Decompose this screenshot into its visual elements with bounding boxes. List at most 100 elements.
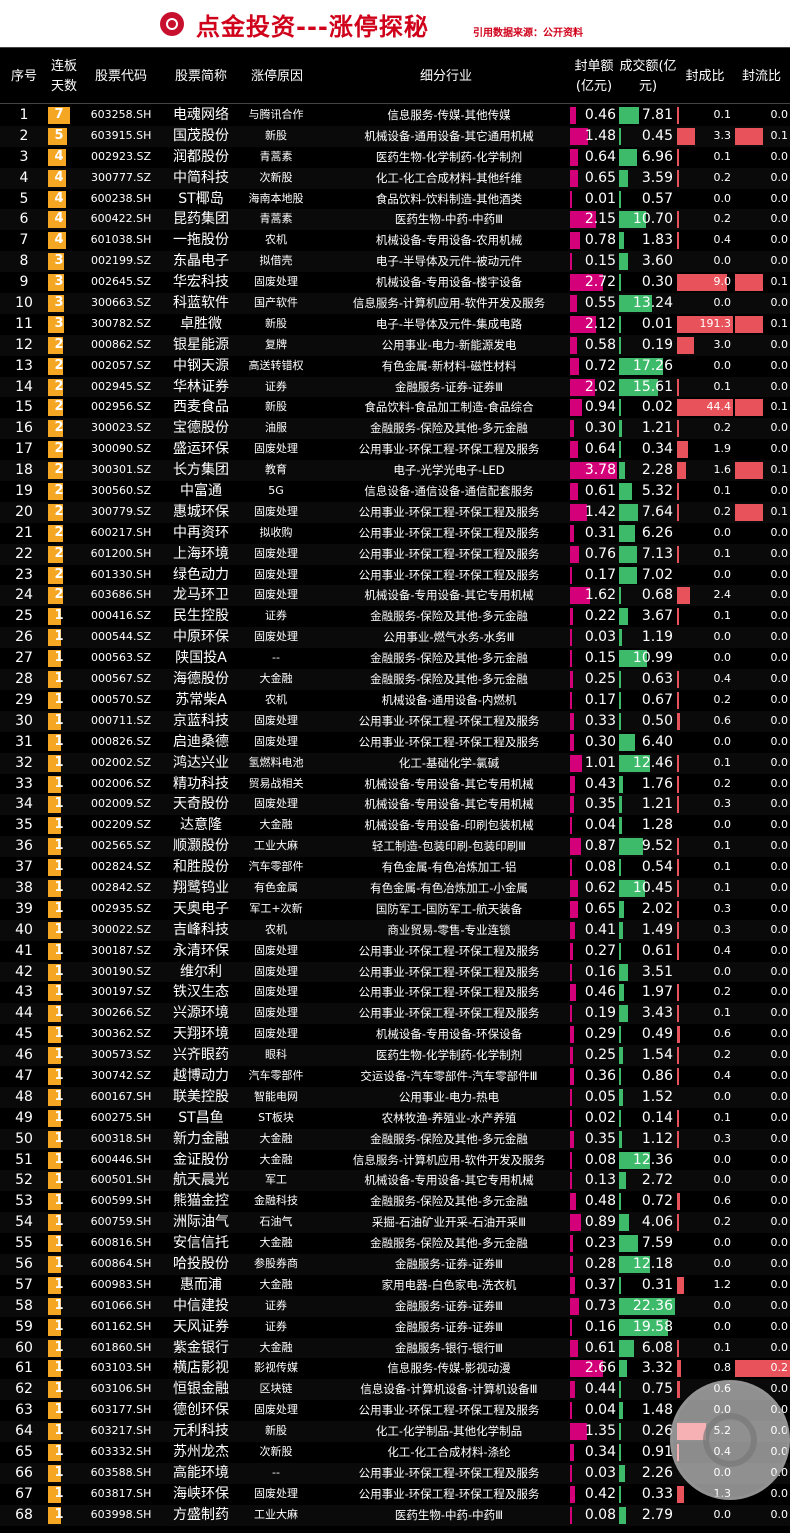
- row-industry: 金融服务-保险及其他-多元金融: [370, 421, 528, 436]
- row-seq: 1: [19, 107, 29, 123]
- row-stock-name: 兴齐眼药: [173, 1047, 229, 1064]
- row-fengliu: 0.0: [735, 544, 790, 565]
- row-stock-code: 002006.SZ: [90, 776, 151, 790]
- row-reason: 大金融: [259, 1277, 293, 1291]
- row-stock-name: 西麦食品: [173, 399, 229, 416]
- row-fengdan-value: 0.16: [584, 963, 616, 980]
- row-fengcheng: 0.0: [677, 356, 733, 377]
- table-row: 43 1 300197.SZ 铁汉生态 固废处理 公用事业-环保工程-环保工程及服务 0.4…: [0, 982, 790, 1003]
- row-fengcheng: 3.0: [677, 335, 733, 356]
- row-fengdan-value: 0.31: [584, 524, 616, 541]
- row-reason: 农机: [265, 922, 287, 936]
- row-industry: 公用事业-电力-新能源发电: [381, 337, 517, 352]
- row-fengdan-value: 3.78: [584, 462, 616, 479]
- col-industry: 细分行业: [419, 68, 472, 84]
- table-row: 55 1 600816.SH 安信信托 大金融 金融服务-保险及其他-多元金融 0.23 7.…: [0, 1233, 790, 1254]
- row-fengdan: 0.65: [570, 899, 618, 920]
- row-volume: 0.02: [619, 397, 677, 418]
- row-lianban-value: 1: [54, 1172, 64, 1188]
- row-fengdan-bar: [570, 1047, 574, 1065]
- row-fengcheng-bar: [677, 107, 679, 124]
- row-volume-value: 4.06: [641, 1214, 673, 1231]
- row-seq: 50: [15, 1130, 33, 1147]
- row-reason: 固废处理: [254, 964, 298, 978]
- row-seq: 43: [15, 984, 33, 1001]
- row-fengcheng-bar: [677, 900, 679, 918]
- row-fengliu: 0.0: [735, 251, 790, 272]
- row-industry: 轻工制造-包装印刷-包装印刷Ⅲ: [371, 839, 527, 854]
- row-fengcheng-value: 0.0: [713, 964, 732, 978]
- row-stock-name: 安信信托: [173, 1235, 229, 1252]
- row-stock-code: 601200.SH: [90, 546, 152, 560]
- row-volume-value: 10.70: [632, 211, 673, 228]
- row-lianban: 1: [48, 899, 80, 920]
- row-fengcheng-value: 0.1: [713, 1340, 732, 1354]
- row-seq: 2: [19, 127, 29, 144]
- row-industry: 机械设备-专用设备-印刷包装机械: [364, 818, 534, 833]
- row-fengcheng: 0.3: [677, 794, 733, 815]
- row-stock-name: 龙马环卫: [173, 587, 229, 604]
- row-seq: 48: [15, 1088, 33, 1105]
- row-fengdan: 0.27: [570, 941, 618, 962]
- row-fengdan: 0.19: [570, 1003, 618, 1024]
- row-volume: 1.76: [619, 774, 677, 795]
- row-lianban-value: 1: [54, 921, 64, 937]
- table-row: 49 1 600275.SH ST昌鱼 ST板块 农林牧渔-养殖业-水产养殖 0.02 0.1…: [0, 1108, 790, 1129]
- row-fengcheng-value: 0.0: [713, 651, 732, 665]
- row-volume-value: 15.61: [632, 378, 673, 395]
- row-seq: 65: [15, 1444, 33, 1460]
- row-lianban: 1: [48, 836, 80, 857]
- row-industry: 公用事业-燃气水务-水务Ⅲ: [383, 630, 515, 645]
- row-fengliu: 0.0: [735, 732, 790, 753]
- row-industry: 信息服务-计算机应用-软件开发及服务: [352, 296, 546, 311]
- row-seq: 28: [15, 671, 33, 688]
- row-volume: 1.21: [619, 418, 677, 439]
- row-fengcheng-value: 44.4: [706, 400, 732, 414]
- row-fengdan: 0.62: [570, 878, 618, 899]
- row-volume: 15.61: [619, 377, 677, 398]
- row-fengcheng: 0.2: [677, 774, 733, 795]
- row-fengcheng: 0.0: [677, 189, 733, 210]
- row-seq: 35: [15, 817, 33, 834]
- row-volume: 6.26: [619, 523, 677, 544]
- row-volume-value: 0.01: [641, 315, 673, 332]
- row-industry: 金融服务-保险及其他-多元金融: [370, 1236, 528, 1251]
- row-lianban: 1: [48, 920, 80, 941]
- row-fengcheng-bar: [677, 462, 686, 480]
- row-stock-name: 盛运环保: [173, 441, 229, 458]
- row-fengcheng-value: 0.1: [713, 546, 732, 560]
- row-fengdan: 0.44: [570, 1379, 618, 1400]
- row-industry: 公用事业-环保工程-环保工程及服务: [358, 985, 540, 1000]
- row-fengliu-value: 0.0: [770, 1110, 789, 1124]
- row-volume: 1.97: [619, 982, 677, 1003]
- row-fengdan-value: 0.17: [584, 566, 616, 583]
- row-stock-name: 哈投股份: [173, 1255, 229, 1272]
- row-fengcheng-bar: [677, 232, 680, 250]
- row-fengliu: 0.0: [735, 982, 790, 1003]
- row-volume: 10.99: [619, 648, 677, 669]
- row-volume-bar: [619, 1047, 623, 1065]
- row-fengcheng: 0.2: [677, 209, 733, 230]
- row-fengliu-value: 0.0: [770, 1006, 789, 1020]
- row-volume-bar: [619, 1193, 621, 1211]
- row-stock-code: 603817.SH: [90, 1486, 152, 1500]
- row-fengcheng-value: 0.3: [713, 901, 732, 915]
- row-fengcheng-value: 0.1: [713, 755, 732, 769]
- row-seq: 66: [15, 1464, 33, 1481]
- row-reason: 汽车零部件: [248, 860, 304, 874]
- row-stock-name: 中原环保: [173, 629, 229, 646]
- row-seq: 41: [15, 942, 33, 959]
- row-fengcheng-bar: [677, 859, 679, 877]
- row-stock-code: 300090.SZ: [90, 442, 151, 456]
- row-stock-name: 银星能源: [173, 336, 229, 353]
- row-industry: 电子-光学光电子-LED: [393, 463, 505, 478]
- row-fengliu: 0.0: [735, 774, 790, 795]
- row-lianban: 1: [48, 1338, 80, 1359]
- row-volume-value: 1.48: [641, 1402, 673, 1419]
- row-lianban-value: 4: [54, 190, 64, 206]
- table-row: 17 2 300090.SZ 盛运环保 固废处理 公用事业-环保工程-环保工程及服务 0.6…: [0, 439, 790, 460]
- row-fengcheng-value: 0.0: [713, 525, 732, 539]
- row-reason: 固废处理: [254, 713, 298, 727]
- row-fengliu-value: 0.0: [770, 442, 789, 456]
- table-row: 61 1 603103.SH 横店影视 影视传媒 信息服务-传媒-影视动漫 2.66 3.32…: [0, 1358, 790, 1379]
